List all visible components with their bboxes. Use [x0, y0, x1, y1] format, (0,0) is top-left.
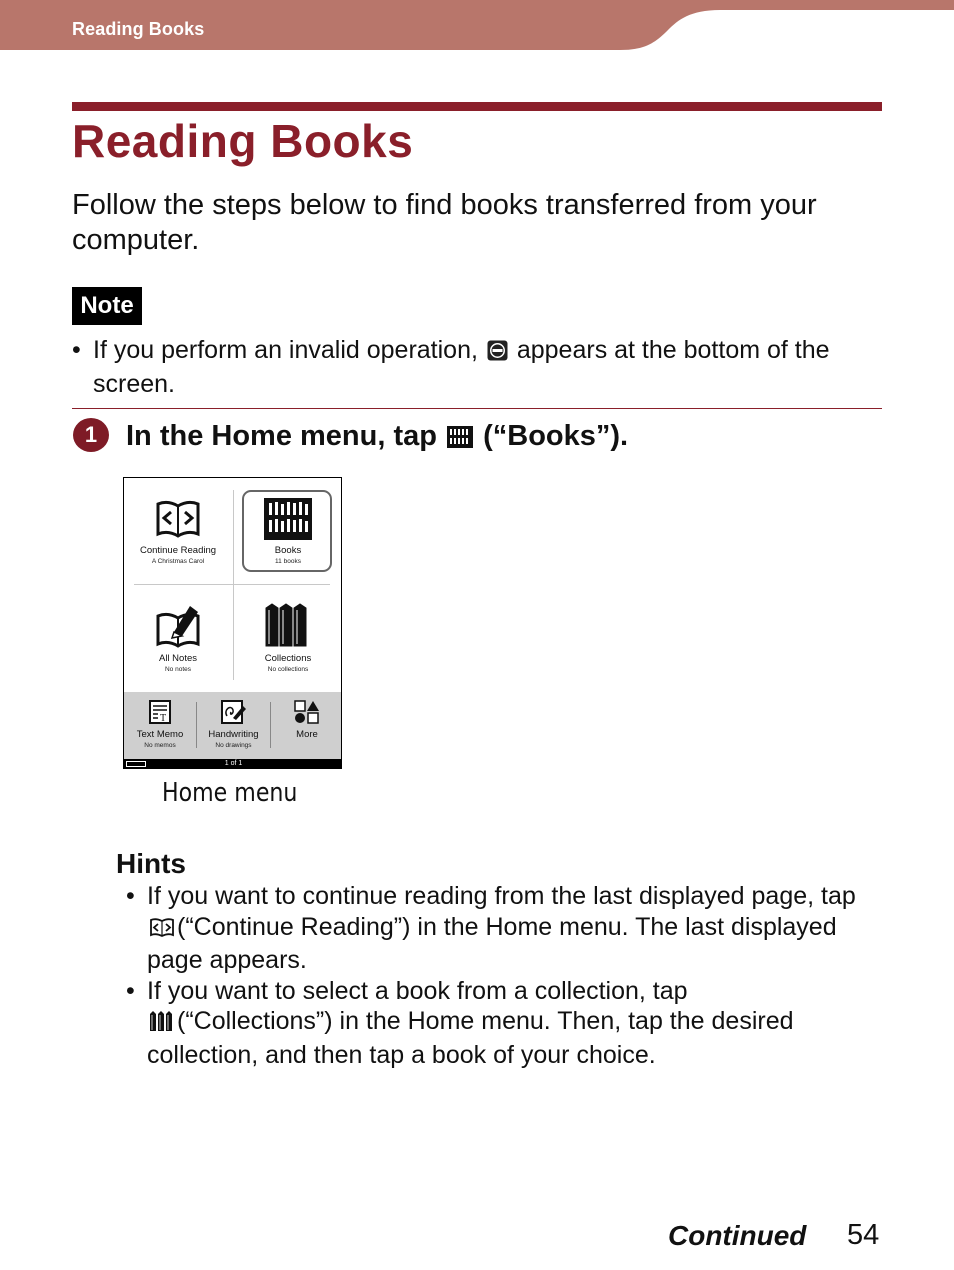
hints-heading: Hints: [116, 848, 186, 879]
tile-collections[interactable]: Collections No collections: [236, 602, 340, 673]
item-more[interactable]: More: [271, 700, 341, 740]
tile-label: Continue Reading: [139, 545, 217, 556]
page-indicator: 1 of 1: [224, 760, 243, 767]
books-icon: [447, 423, 474, 456]
item-label: Text Memo: [136, 729, 184, 740]
invalid-operation-icon: [487, 338, 508, 369]
tile-sublabel: 11 books: [275, 558, 301, 565]
figure-caption: Home menu: [162, 778, 298, 808]
tile-continue-reading[interactable]: Continue Reading A Christmas Carol: [126, 498, 230, 565]
status-bar: 1 of 1: [124, 759, 341, 768]
handwriting-icon: [197, 700, 270, 729]
hint-item: • If you want to continue reading from th…: [126, 881, 896, 976]
tile-label: Books: [274, 545, 302, 556]
note-text-continuation: screen.: [93, 370, 175, 398]
item-label: More: [296, 729, 318, 740]
step-text-after: (“Books”).: [483, 420, 629, 452]
home-menu-screenshot: Continue Reading A Christmas Carol Books…: [123, 477, 342, 769]
step-instruction: In the Home menu, tap (“Books”).: [126, 420, 628, 456]
item-sublabel: No memos: [144, 742, 176, 749]
item-sublabel: No drawings: [215, 742, 252, 749]
header-band: Reading Books: [0, 0, 954, 50]
header-section-title: Reading Books: [72, 19, 205, 39]
hint-text: page appears.: [147, 946, 307, 974]
item-text-memo[interactable]: T Text Memo No memos: [124, 700, 196, 749]
text-memo-icon: T: [124, 700, 196, 729]
note-text-after: appears at the bottom of the: [516, 336, 830, 364]
hint-text: collection, and then tap a book of your …: [147, 1040, 656, 1069]
section-divider: [72, 408, 882, 409]
page-number: 54: [847, 1219, 880, 1251]
tile-label: Collections: [264, 653, 312, 664]
note-text-before: If you perform an invalid operation,: [93, 336, 478, 364]
note-item: • If you perform an invalid operation, ap…: [72, 335, 882, 400]
bullet: •: [72, 336, 81, 364]
page-title: Reading Books: [72, 115, 414, 167]
bullet: •: [126, 882, 135, 910]
hint-text: If you want to select a book from a coll…: [147, 976, 688, 1005]
bottom-menu-strip: T Text Memo No memos Handwriting No draw…: [124, 692, 341, 759]
bullet: •: [126, 976, 135, 1005]
tile-label: All Notes: [158, 653, 197, 664]
grid-divider-horizontal: [134, 584, 330, 585]
title-rule: [72, 102, 882, 111]
step-text-before: In the Home menu, tap: [126, 420, 437, 452]
hint-text: If you want to continue reading from the…: [147, 882, 856, 910]
grid-divider-vertical: [233, 490, 234, 680]
open-book-icon: [126, 498, 230, 545]
bookshelf-icon: [236, 498, 340, 545]
intro-paragraph: Follow the steps below to find books tra…: [72, 189, 817, 256]
hint-text: (“Collections”) in the Home menu. Then, …: [177, 1007, 794, 1035]
hint-text: (“Continue Reading”) in the Home menu. T…: [177, 912, 837, 941]
continue-reading-icon: [149, 915, 175, 946]
item-label: Handwriting: [208, 729, 259, 740]
collections-icon: [149, 1009, 175, 1040]
continued-label: Continued: [668, 1220, 807, 1251]
hints-list: • If you want to continue reading from th…: [126, 881, 896, 1070]
collections-icon: [236, 602, 340, 653]
hint-item: • If you want to select a book from a col…: [126, 976, 896, 1071]
tile-books[interactable]: Books 11 books: [236, 498, 340, 565]
note-badge: Note: [72, 287, 142, 325]
book-pen-icon: [126, 602, 230, 653]
tile-all-notes[interactable]: All Notes No notes: [126, 602, 230, 673]
shapes-icon: [271, 700, 341, 729]
tile-sublabel: No notes: [164, 666, 192, 673]
item-handwriting[interactable]: Handwriting No drawings: [197, 700, 270, 749]
step-number-badge: 1: [73, 418, 109, 452]
tile-sublabel: No collections: [267, 666, 309, 673]
svg-text:T: T: [160, 713, 166, 724]
tile-sublabel: A Christmas Carol: [151, 558, 205, 565]
